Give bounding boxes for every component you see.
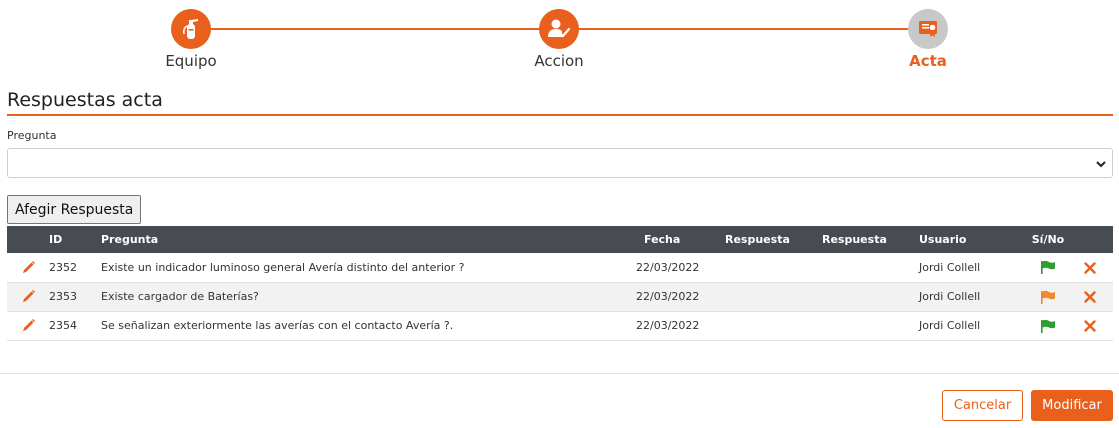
modify-button[interactable]: Modificar	[1031, 390, 1113, 421]
user-check-icon	[539, 9, 579, 49]
cell-respuesta-2	[822, 253, 919, 283]
flag-orange-icon[interactable]	[1029, 282, 1067, 312]
cell-id: 2352	[49, 253, 101, 283]
cell-respuesta-2	[822, 282, 919, 312]
cell-respuesta	[725, 311, 822, 341]
cell-id: 2354	[49, 311, 101, 341]
header-delete	[1067, 226, 1113, 253]
header-fecha[interactable]: Fecha	[636, 226, 725, 253]
step-label: Acta	[909, 52, 947, 70]
cell-usuario: Jordi Collell	[919, 311, 1029, 341]
table-row: 2352 Existe un indicador luminoso genera…	[7, 253, 1113, 283]
step-accion[interactable]: Accion	[479, 9, 639, 70]
header-respuesta[interactable]: Respuesta	[725, 226, 822, 253]
flag-green-icon[interactable]	[1029, 311, 1067, 341]
delete-x-icon[interactable]	[1067, 282, 1113, 312]
table-header-row: ID Pregunta Fecha Respuesta Respuesta Us…	[7, 226, 1113, 253]
header-usuario[interactable]: Usuario	[919, 226, 1029, 253]
certificate-icon	[908, 9, 948, 49]
delete-x-icon[interactable]	[1067, 253, 1113, 283]
cell-respuesta-2	[822, 311, 919, 341]
header-pregunta[interactable]: Pregunta	[101, 226, 636, 253]
cell-usuario: Jordi Collell	[919, 253, 1029, 283]
step-label: Accion	[534, 52, 584, 70]
edit-pencil-icon[interactable]	[7, 282, 49, 312]
cell-usuario: Jordi Collell	[919, 282, 1029, 312]
edit-pencil-icon[interactable]	[7, 311, 49, 341]
cell-respuesta	[725, 253, 822, 283]
fire-extinguisher-icon	[171, 9, 211, 49]
header-edit	[7, 226, 49, 253]
cell-respuesta	[725, 282, 822, 312]
cell-pregunta: Existe cargador de Baterías?	[101, 282, 636, 312]
add-answer-button[interactable]: Afegir Respuesta	[7, 195, 142, 224]
header-si-no[interactable]: Sí/No	[1029, 226, 1067, 253]
pregunta-label: Pregunta	[7, 129, 57, 142]
header-respuesta-2[interactable]: Respuesta	[822, 226, 919, 253]
cell-fecha: 22/03/2022	[636, 311, 725, 341]
pregunta-select[interactable]	[7, 148, 1113, 178]
cell-fecha: 22/03/2022	[636, 253, 725, 283]
table-row: 2353 Existe cargador de Baterías? 22/03/…	[7, 282, 1113, 312]
progress-stepper: Equipo Accion Acta	[0, 0, 1119, 80]
header-id[interactable]: ID	[49, 226, 101, 253]
step-equipo[interactable]: Equipo	[111, 9, 271, 70]
step-acta[interactable]: Acta	[848, 9, 1008, 70]
chevron-down-icon	[1094, 156, 1108, 175]
step-label: Equipo	[165, 52, 217, 70]
edit-pencil-icon[interactable]	[7, 253, 49, 283]
flag-green-icon[interactable]	[1029, 253, 1067, 283]
answers-table: ID Pregunta Fecha Respuesta Respuesta Us…	[7, 226, 1113, 341]
delete-x-icon[interactable]	[1067, 311, 1113, 341]
cancel-button[interactable]: Cancelar	[942, 390, 1023, 421]
cell-fecha: 22/03/2022	[636, 282, 725, 312]
section-title: Respuestas acta	[7, 89, 1113, 116]
cell-pregunta: Existe un indicador luminoso general Ave…	[101, 253, 636, 283]
cell-pregunta: Se señalizan exteriormente las averías c…	[101, 311, 636, 341]
cell-id: 2353	[49, 282, 101, 312]
footer-divider	[0, 373, 1119, 374]
table-row: 2354 Se señalizan exteriormente las aver…	[7, 311, 1113, 341]
